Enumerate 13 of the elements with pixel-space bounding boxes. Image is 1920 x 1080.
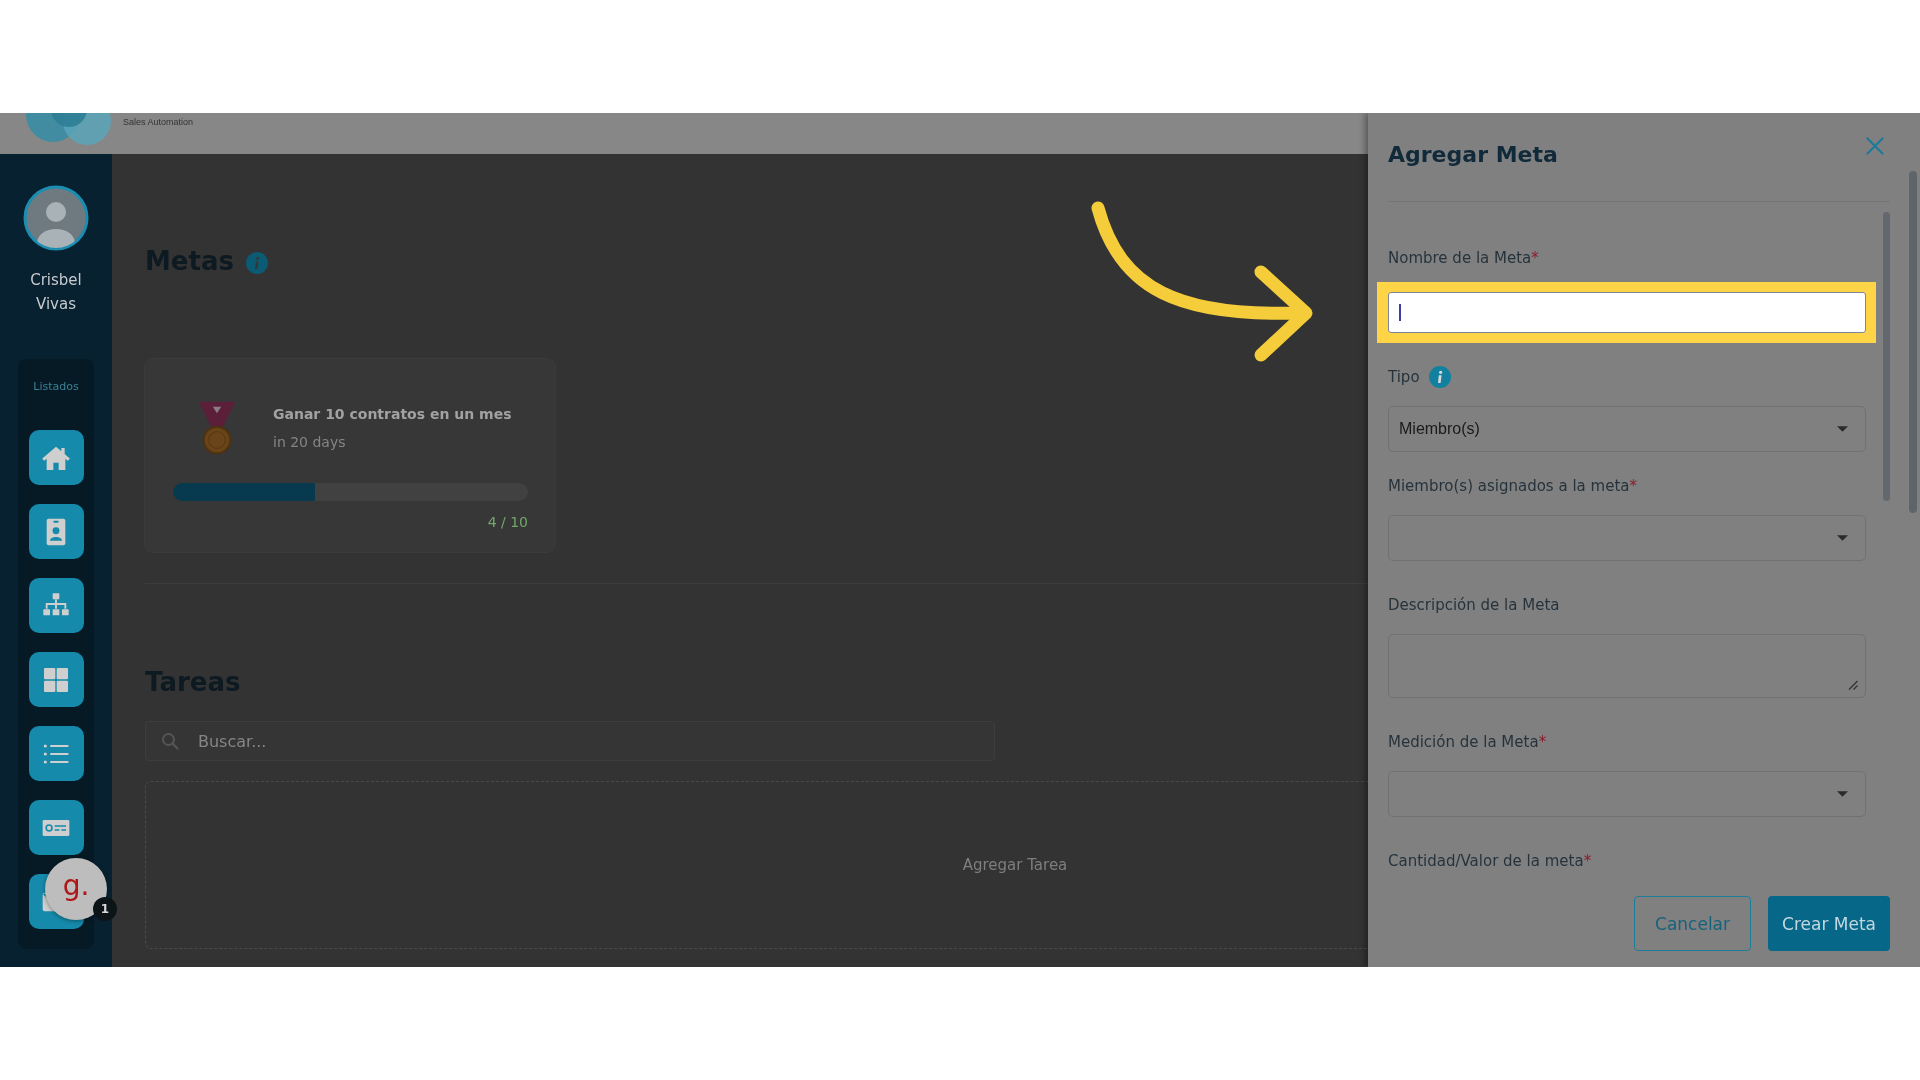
field-label: Tipo — [1388, 367, 1420, 387]
field-label: Nombre de la Meta* — [1388, 248, 1539, 268]
field-label: Medición de la Meta* — [1388, 732, 1547, 752]
user-name: Crisbel Vivas — [29, 270, 83, 315]
logo-tagline: Sales Automation — [123, 116, 194, 128]
goal-due-date: in 20 days — [273, 432, 347, 452]
field-label: Descripción de la Meta — [1388, 595, 1560, 615]
progress-count: 4 / 10 — [486, 513, 528, 532]
goal-title: Ganar 10 contratos en un mes — [273, 404, 512, 424]
nav-section-label: Listados — [33, 380, 79, 394]
panel-title: Agregar Meta — [1388, 141, 1558, 169]
field-label: Cantidad/Valor de la meta* — [1388, 851, 1592, 871]
field-label: Miembro(s) asignados a la meta* — [1388, 476, 1637, 496]
